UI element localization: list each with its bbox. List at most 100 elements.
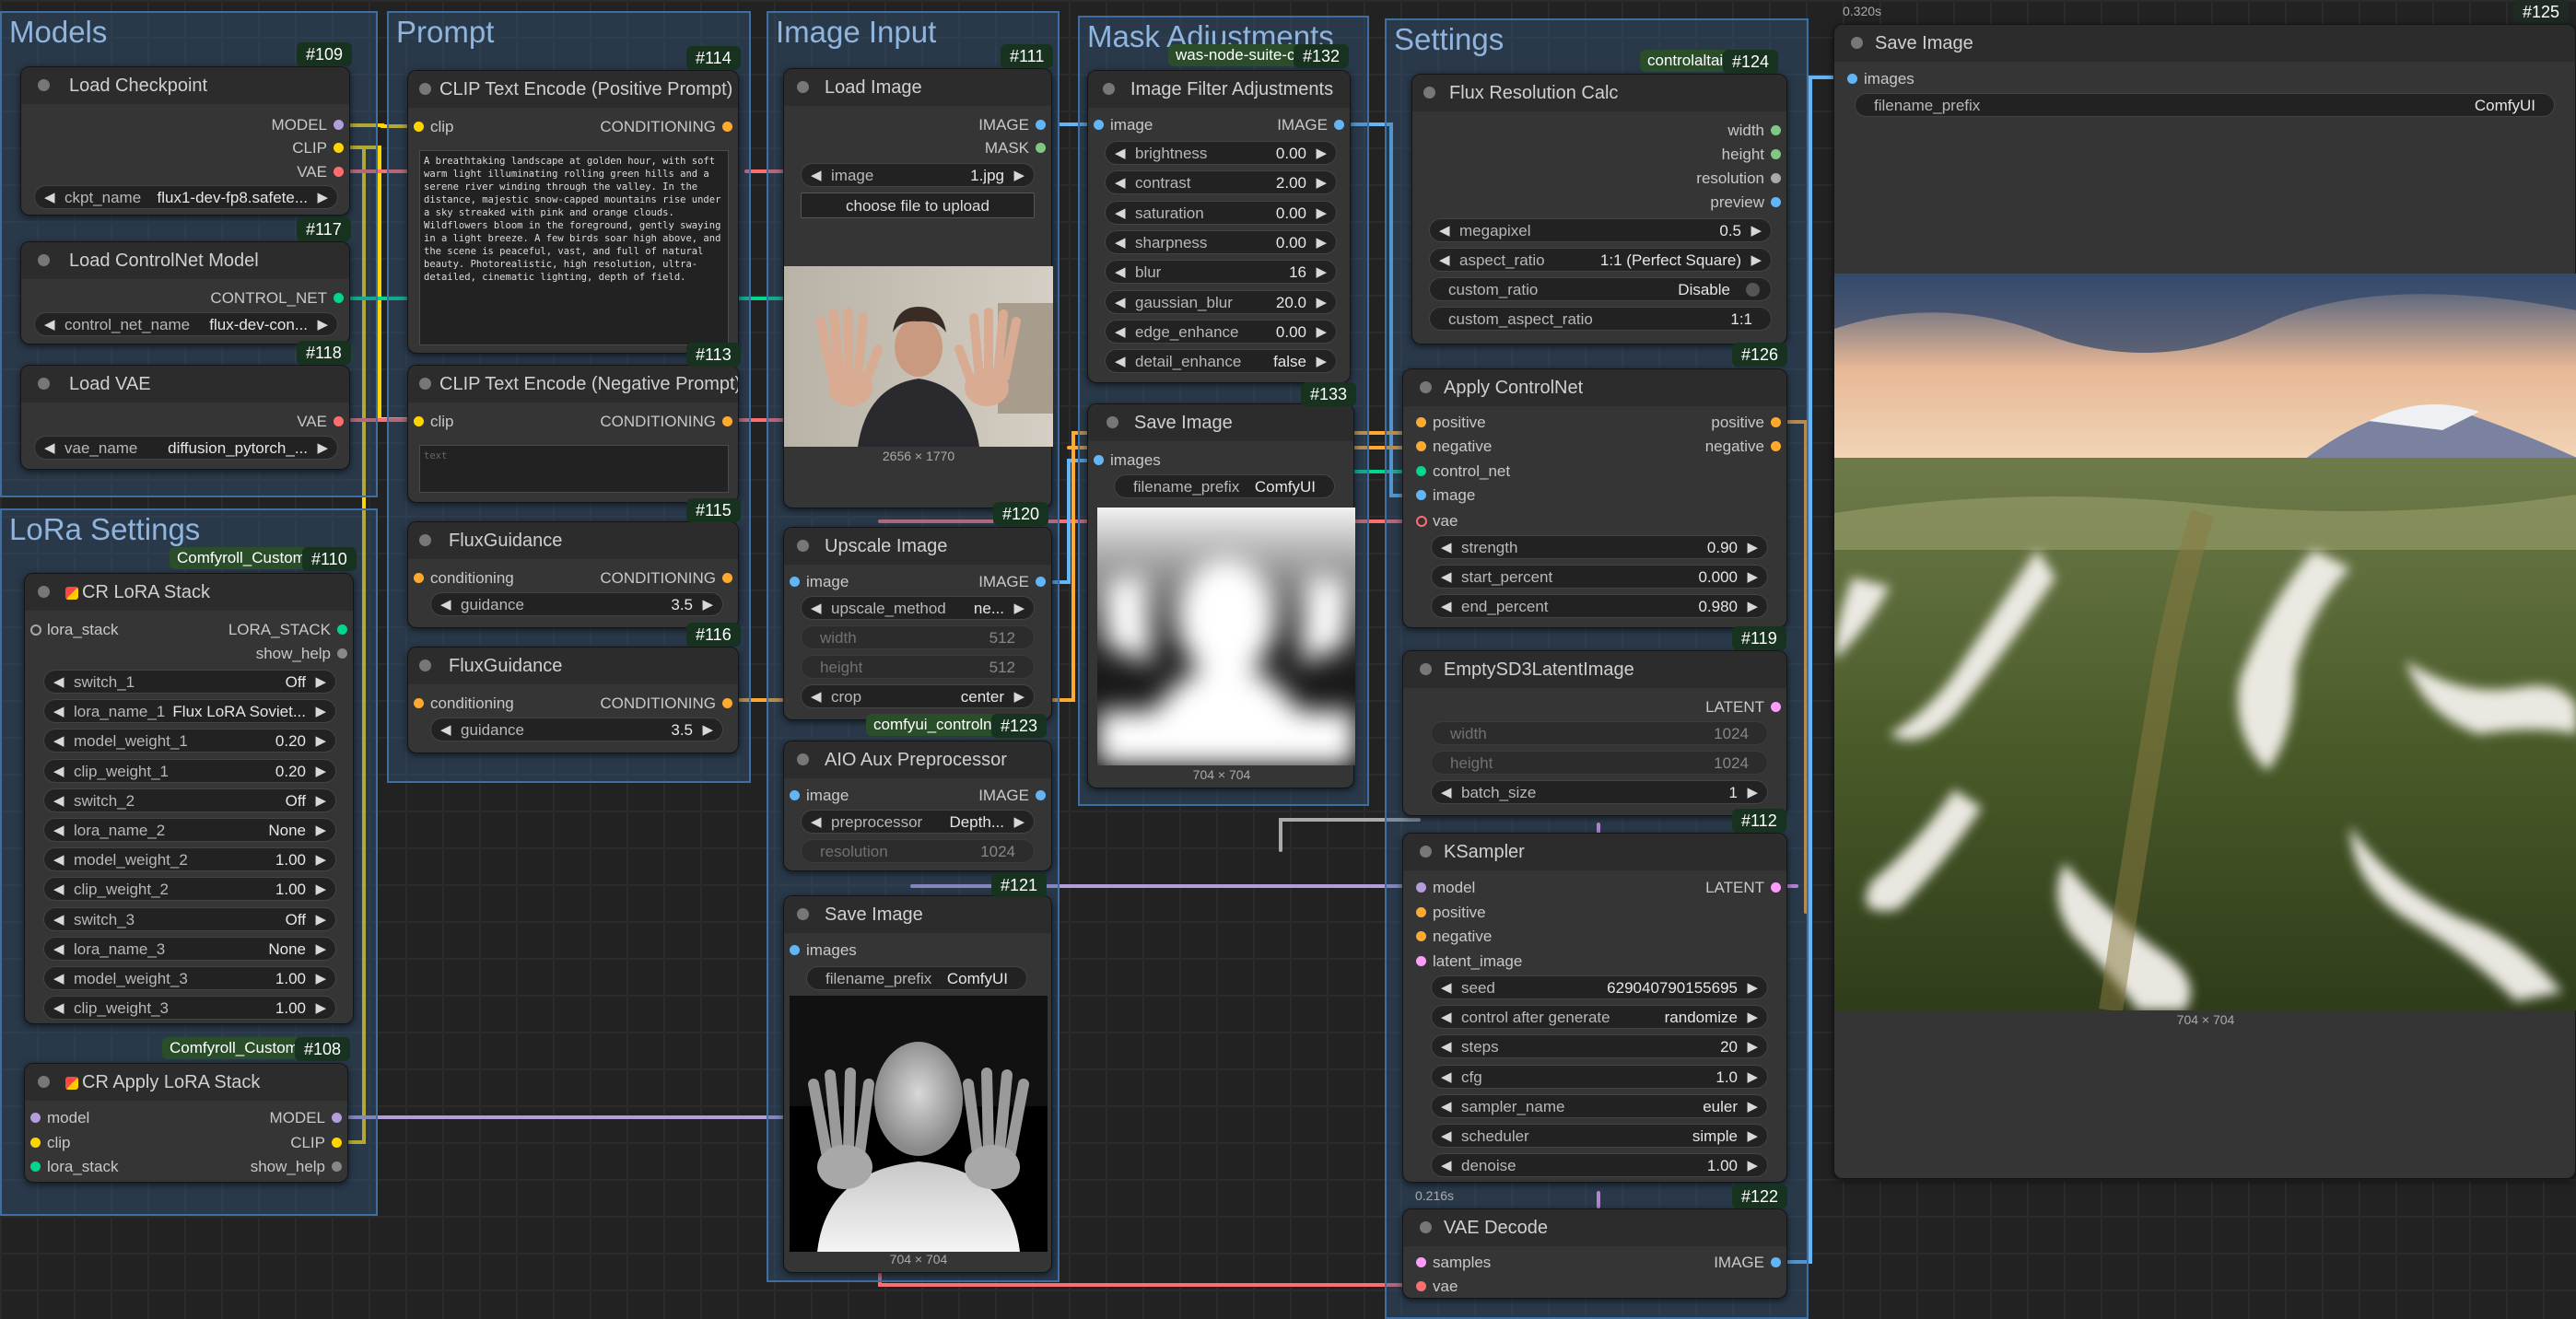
string-socket-icon[interactable] <box>332 1161 342 1172</box>
arrow-left-icon[interactable]: ◀ <box>53 908 64 930</box>
image-socket-icon[interactable] <box>790 577 800 587</box>
latent-socket-icon[interactable] <box>1416 956 1426 966</box>
node-title[interactable]: FluxGuidance <box>408 648 738 684</box>
node-title[interactable]: Upscale Image <box>784 528 1051 565</box>
lora-stack-socket-icon[interactable] <box>337 624 347 635</box>
collapse-dot-icon[interactable] <box>1420 381 1432 393</box>
conditioning-socket-icon[interactable] <box>414 698 424 708</box>
collapse-dot-icon[interactable] <box>419 378 431 390</box>
arrow-right-icon[interactable]: ▶ <box>315 967 326 989</box>
node-title[interactable]: Flux Resolution Calc <box>1412 75 1786 111</box>
node-cr-apply-lora-stack[interactable]: CR Apply LoRA Stack model clip lora_stac… <box>24 1063 348 1183</box>
lora-stack-socket-icon[interactable] <box>30 624 41 636</box>
node-title[interactable]: VAE Decode <box>1403 1209 1786 1246</box>
arrow-left-icon[interactable]: ◀ <box>53 967 64 989</box>
output-image[interactable]: IMAGE <box>978 115 1051 135</box>
output-resolution[interactable]: resolution <box>1696 169 1786 189</box>
arrow-right-icon[interactable]: ▶ <box>1747 1154 1758 1176</box>
clip-socket-icon[interactable] <box>414 122 424 132</box>
arrow-left-icon[interactable]: ◀ <box>811 811 822 833</box>
image-socket-icon[interactable] <box>1094 455 1104 465</box>
width-number[interactable]: width 512 <box>801 625 1035 649</box>
node-title[interactable]: Apply ControlNet <box>1403 369 1786 406</box>
arrow-right-icon[interactable]: ▶ <box>315 760 326 782</box>
positive-prompt-textarea[interactable]: A breathtaking landscape at golden hour,… <box>419 150 729 345</box>
arrow-left-icon[interactable]: ◀ <box>53 730 64 752</box>
batch-size-number[interactable]: ◀ batch_size 1 ▶ <box>1431 780 1768 804</box>
output-clip[interactable]: CLIP <box>292 138 349 158</box>
node-flux-guidance-2[interactable]: FluxGuidance conditioning CONDITIONING ◀… <box>407 647 739 753</box>
arrow-right-icon[interactable]: ▶ <box>315 730 326 752</box>
arrow-left-icon[interactable]: ◀ <box>1115 321 1126 343</box>
filename-prefix-input[interactable]: filename_prefix ComfyUI <box>1114 474 1335 498</box>
string-socket-icon[interactable] <box>1771 173 1781 183</box>
start-percent-number[interactable]: ◀ start_percent 0.000 ▶ <box>1431 565 1768 589</box>
arrow-left-icon[interactable]: ◀ <box>1441 1125 1452 1147</box>
collapse-dot-icon[interactable] <box>1423 87 1435 99</box>
widget-row[interactable]: ◀ switch_2 Off ▶ <box>43 788 336 812</box>
node-aio-aux-preprocessor[interactable]: AIO Aux Preprocessor image IMAGE ◀ prepro… <box>783 741 1052 871</box>
conditioning-socket-icon[interactable] <box>1416 441 1426 451</box>
input-clip[interactable]: clip <box>408 117 454 137</box>
vae-socket-icon[interactable] <box>1416 516 1427 527</box>
node-title[interactable]: EmptySD3LatentImage <box>1403 651 1786 688</box>
arrow-right-icon[interactable]: ▶ <box>1747 595 1758 617</box>
conditioning-socket-icon[interactable] <box>1416 931 1426 941</box>
image-socket-icon[interactable] <box>1094 120 1104 130</box>
node-ksampler[interactable]: KSampler model positive negative latent_… <box>1402 833 1787 1183</box>
image-socket-icon[interactable] <box>1771 1257 1781 1267</box>
input-positive[interactable]: positive <box>1411 903 1486 923</box>
node-title[interactable]: AIO Aux Preprocessor <box>784 741 1051 778</box>
megapixel-select[interactable]: ◀ megapixel 0.5 ▶ <box>1429 218 1772 242</box>
node-title[interactable]: FluxGuidance <box>408 522 738 559</box>
conditioning-socket-icon[interactable] <box>414 573 424 583</box>
custom-aspect-ratio-input[interactable]: custom_aspect_ratio 1:1 <box>1429 307 1772 331</box>
output-vae[interactable]: VAE <box>297 412 349 432</box>
input-negative[interactable]: negative <box>1411 927 1492 947</box>
output-conditioning[interactable]: CONDITIONING <box>600 412 738 432</box>
vae-socket-icon[interactable] <box>334 416 344 426</box>
node-title[interactable]: CLIP Text Encode (Negative Prompt) <box>408 366 738 403</box>
controlnet-socket-icon[interactable] <box>1416 466 1426 476</box>
arrow-left-icon[interactable]: ◀ <box>1441 566 1452 588</box>
arrow-left-icon[interactable]: ◀ <box>1115 202 1126 224</box>
arrow-left-icon[interactable]: ◀ <box>1115 171 1126 193</box>
node-title[interactable]: Save Image <box>784 896 1051 933</box>
arrow-left-icon[interactable]: ◀ <box>1115 350 1126 372</box>
mask-socket-icon[interactable] <box>1036 143 1046 153</box>
node-apply-controlnet[interactable]: Apply ControlNet positive negative contr… <box>1402 368 1787 628</box>
node-vae-decode[interactable]: VAE Decode samples vae IMAGE <box>1402 1208 1787 1299</box>
collapse-dot-icon[interactable] <box>419 660 431 671</box>
arrow-left-icon[interactable]: ◀ <box>53 848 64 870</box>
arrow-left-icon[interactable]: ◀ <box>1115 261 1126 283</box>
arrow-left-icon[interactable]: ◀ <box>1441 1095 1452 1117</box>
output-model[interactable]: MODEL <box>270 1108 347 1128</box>
toggle-knob-icon[interactable] <box>1746 283 1760 297</box>
control-net-name-select[interactable]: ◀ control_net_name flux-dev-con... ▶ <box>34 312 338 336</box>
arrow-right-icon[interactable]: ▶ <box>1316 142 1327 164</box>
lora-stack-socket-icon[interactable] <box>30 1161 41 1172</box>
conditioning-socket-icon[interactable] <box>722 416 732 426</box>
arrow-right-icon[interactable]: ▶ <box>315 700 326 722</box>
widget-row[interactable]: ◀ switch_1 Off ▶ <box>43 670 336 694</box>
arrow-right-icon[interactable]: ▶ <box>1013 685 1025 707</box>
image-socket-icon[interactable] <box>1036 577 1046 587</box>
node-cr-lora-stack[interactable]: CR LoRA Stack lora_stack LORA_STACK show… <box>24 573 354 1024</box>
arrow-right-icon[interactable]: ▶ <box>1316 261 1327 283</box>
widget-row[interactable]: ◀ clip_weight_1 0.20 ▶ <box>43 758 336 783</box>
arrow-left-icon[interactable]: ◀ <box>53 760 64 782</box>
width-number[interactable]: width 1024 <box>1431 721 1768 745</box>
collapse-dot-icon[interactable] <box>1420 846 1432 858</box>
collapse-dot-icon[interactable] <box>1420 1221 1432 1233</box>
crop-select[interactable]: ◀ crop center ▶ <box>801 684 1035 708</box>
arrow-right-icon[interactable]: ▶ <box>1316 171 1327 193</box>
filename-prefix-input[interactable]: filename_prefix ComfyUI <box>1855 93 2555 117</box>
arrow-left-icon[interactable]: ◀ <box>1441 1154 1452 1176</box>
arrow-left-icon[interactable]: ◀ <box>53 878 64 900</box>
node-save-image-121[interactable]: Save Image images filename_prefix ComfyUI… <box>783 895 1052 1273</box>
output-negative[interactable]: negative <box>1705 437 1786 457</box>
arrow-left-icon[interactable]: ◀ <box>1441 1035 1452 1057</box>
upload-file-button[interactable]: choose file to upload <box>801 193 1035 218</box>
vae-socket-icon[interactable] <box>1416 1281 1426 1291</box>
output-show-help[interactable]: show_help <box>251 1157 347 1177</box>
